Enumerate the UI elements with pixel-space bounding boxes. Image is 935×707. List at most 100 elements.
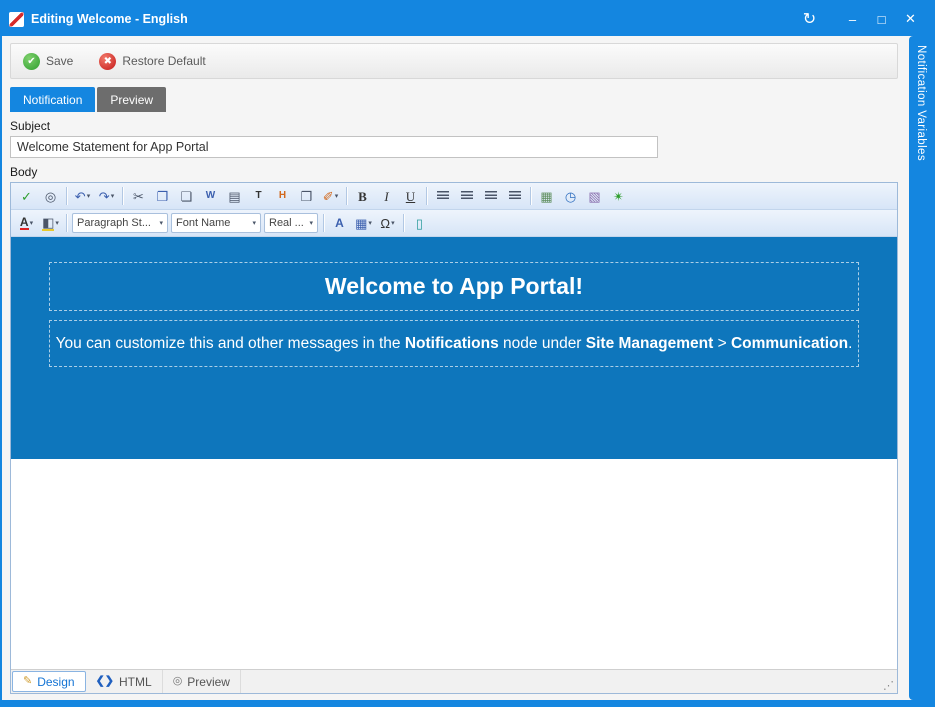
rich-text-editor: ✓ ◎ ↶▾ ↷▾ ✂ ❐ ❏ W ▤ T H ❒ ✐▾ B: [10, 182, 898, 694]
italic-button[interactable]: I: [375, 186, 398, 207]
insert-table-button[interactable]: ▦▾: [352, 213, 375, 234]
align-center-button[interactable]: [455, 186, 478, 207]
omega-icon: Ω: [380, 217, 390, 230]
heading-block[interactable]: Welcome to App Portal!: [49, 262, 859, 311]
image-icon: ▦: [540, 190, 552, 203]
font-color-button[interactable]: A▾: [15, 213, 38, 234]
window-body: ✔ Save ✖ Restore Default Notification Pr…: [2, 36, 933, 700]
fill-color-icon: ◧: [42, 216, 54, 231]
message-bold-site-management: Site Management: [586, 335, 713, 352]
html-label: HTML: [119, 675, 152, 689]
minimize-button[interactable]: –: [838, 7, 867, 31]
window-controls: ↻ – □ ✕: [795, 7, 925, 31]
align-justify-button[interactable]: [503, 186, 526, 207]
chevron-down-icon: ▾: [391, 220, 395, 227]
module-manager-button[interactable]: ▯: [408, 213, 431, 234]
align-right-button[interactable]: [479, 186, 502, 207]
notification-variables-tab[interactable]: Notification Variables: [909, 36, 933, 700]
editor-canvas[interactable]: Welcome to App Portal! You can customize…: [11, 237, 897, 669]
italic-icon: I: [384, 190, 388, 203]
paste-from-word-icon: W: [206, 191, 215, 201]
paste-as-html-button[interactable]: H: [271, 186, 294, 207]
paragraph-style-value: Paragraph St...: [77, 217, 151, 229]
save-button[interactable]: ✔ Save: [23, 53, 73, 70]
restore-default-button[interactable]: ✖ Restore Default: [99, 53, 205, 70]
bold-button[interactable]: B: [351, 186, 374, 207]
paste-plain-text-button[interactable]: T: [247, 186, 270, 207]
mode-tab-preview[interactable]: ◎ Preview: [163, 670, 241, 693]
undo-button[interactable]: ↶▾: [71, 186, 94, 207]
style-builder-button[interactable]: A: [328, 213, 351, 234]
clock-icon: ◷: [565, 190, 576, 203]
maximize-button[interactable]: □: [867, 7, 896, 31]
paste-from-word-clean-button[interactable]: ▤: [223, 186, 246, 207]
media-icon: ▧: [588, 190, 600, 203]
hyperlink-manager-button[interactable]: ✴: [607, 186, 630, 207]
cut-button[interactable]: ✂: [127, 186, 150, 207]
mode-tab-design[interactable]: ✎ Design: [12, 671, 86, 692]
paragraph-style-select[interactable]: Paragraph St... ▾: [72, 213, 168, 233]
find-icon: ◎: [45, 190, 56, 203]
insert-image-button[interactable]: ▦: [535, 186, 558, 207]
message-segment: >: [713, 335, 731, 352]
message-bold-communication: Communication: [731, 335, 848, 352]
subject-input[interactable]: [10, 136, 658, 158]
toolbar-separator: [530, 187, 531, 205]
chevron-down-icon: ▾: [87, 193, 91, 200]
cut-icon: ✂: [133, 190, 144, 203]
tab-bar: Notification Preview: [10, 87, 898, 112]
font-name-select[interactable]: Font Name▾: [171, 213, 261, 233]
underline-icon: U: [406, 190, 415, 203]
spellcheck-button[interactable]: ✓: [15, 186, 38, 207]
redo-icon: ↷: [99, 190, 110, 203]
chevron-down-icon: ▾: [305, 220, 313, 227]
chevron-down-icon: ▾: [368, 220, 372, 227]
resize-grip[interactable]: ⋰: [883, 670, 897, 693]
chevron-down-icon: ▾: [248, 220, 256, 227]
toolbar-separator: [66, 187, 67, 205]
app-window: Editing Welcome - English ↻ – □ ✕ ✔ Save…: [0, 0, 935, 707]
window-title: Editing Welcome - English: [31, 12, 188, 26]
message-segment: .: [848, 335, 852, 352]
mode-tab-html[interactable]: ❮❯ HTML: [86, 670, 163, 693]
chevron-down-icon: ▾: [111, 193, 115, 200]
tab-preview[interactable]: Preview: [97, 87, 166, 112]
paste-from-word-button[interactable]: W: [199, 186, 222, 207]
find-replace-button[interactable]: ◎: [39, 186, 62, 207]
align-left-button[interactable]: [431, 186, 454, 207]
copy-button[interactable]: ❐: [151, 186, 174, 207]
redo-button[interactable]: ↷▾: [95, 186, 118, 207]
message-segment: node under: [499, 335, 586, 352]
align-left-icon: [437, 191, 449, 201]
titlebar: Editing Welcome - English ↻ – □ ✕: [2, 2, 933, 36]
notification-variables-label: Notification Variables: [915, 45, 927, 700]
toolbar-separator: [403, 214, 404, 232]
module-icon: ▯: [416, 217, 423, 230]
font-size-select[interactable]: Real ...▾: [264, 213, 318, 233]
restore-default-label: Restore Default: [122, 54, 205, 68]
app-icon: [9, 12, 24, 27]
paste-icon: ❏: [181, 190, 193, 203]
bold-icon: B: [358, 190, 367, 203]
background-color-button[interactable]: ◧▾: [39, 213, 62, 234]
hyperlink-icon: ✴: [613, 190, 624, 203]
paste-options-button[interactable]: ❒: [295, 186, 318, 207]
message-block[interactable]: You can customize this and other message…: [49, 320, 859, 367]
underline-button[interactable]: U: [399, 186, 422, 207]
chevron-down-icon: ▾: [155, 220, 163, 227]
close-button[interactable]: ✕: [896, 7, 925, 31]
insert-symbol-button[interactable]: Ω▾: [376, 213, 399, 234]
insert-media-button[interactable]: ▧: [583, 186, 606, 207]
insert-date-time-button[interactable]: ◷: [559, 186, 582, 207]
toolbar-separator: [323, 214, 324, 232]
paste-as-html-icon: H: [279, 191, 286, 201]
tab-notification[interactable]: Notification: [10, 87, 95, 112]
copy-icon: ❐: [157, 190, 169, 203]
code-brackets-icon: ❮❯: [96, 676, 114, 687]
save-icon: ✔: [23, 53, 40, 70]
paste-button[interactable]: ❏: [175, 186, 198, 207]
format-stripper-button[interactable]: ✐▾: [319, 186, 342, 207]
undo-icon: ↶: [75, 190, 86, 203]
refresh-button[interactable]: ↻: [795, 7, 824, 31]
editor-mode-bar: ✎ Design ❮❯ HTML ◎ Preview ⋰: [11, 669, 897, 693]
